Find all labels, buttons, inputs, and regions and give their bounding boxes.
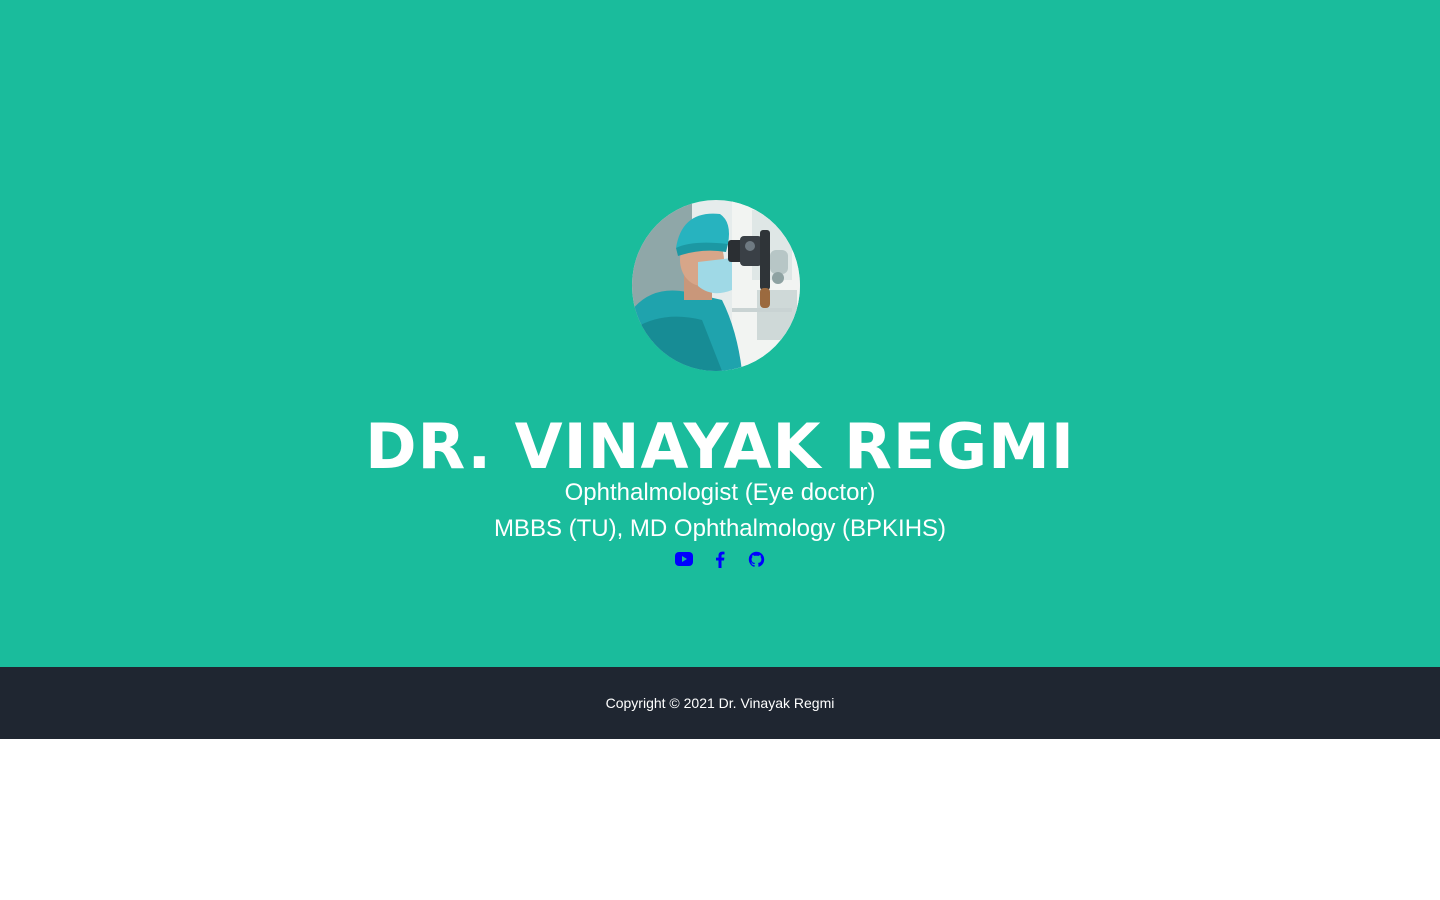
- copyright-text: Copyright © 2021 Dr. Vinayak Regmi: [605, 695, 835, 711]
- avatar-photo: [632, 200, 800, 371]
- hero-section: DR. VINAYAK REGMI Ophthalmologist (Eye d…: [0, 0, 1440, 667]
- facebook-link[interactable]: [710, 549, 730, 569]
- social-links: [0, 548, 1440, 570]
- profession-text: Ophthalmologist (Eye doctor): [564, 479, 876, 506]
- footer: Copyright © 2021 Dr. Vinayak Regmi: [0, 667, 1440, 739]
- github-link[interactable]: [746, 549, 766, 569]
- youtube-icon: [675, 552, 693, 566]
- avatar: [632, 200, 800, 371]
- facebook-icon: [716, 551, 725, 568]
- page-title: DR. VINAYAK REGMI: [365, 410, 1075, 483]
- github-icon: [748, 551, 764, 567]
- qualification-text: MBBS (TU), MD Ophthalmology (BPKIHS): [493, 515, 947, 542]
- youtube-link[interactable]: [674, 549, 694, 569]
